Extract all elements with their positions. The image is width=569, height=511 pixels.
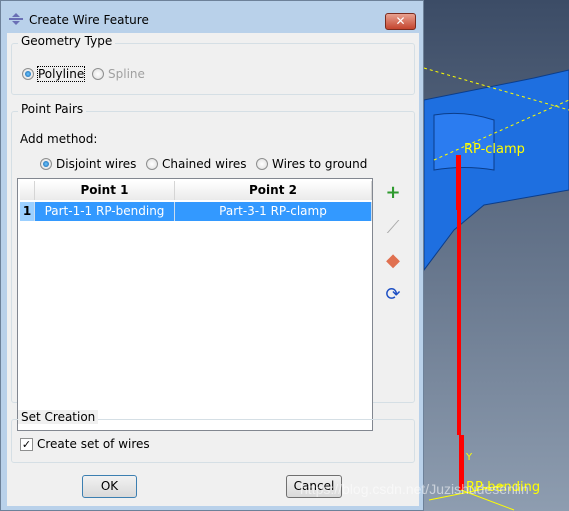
title-bar[interactable]: Create Wire Feature ✕ bbox=[1, 1, 423, 35]
refresh-icon[interactable]: ⟳ bbox=[383, 285, 403, 305]
row-header-corner bbox=[20, 181, 35, 200]
create-wire-feature-dialog: Create Wire Feature ✕ Geometry Type Poly… bbox=[0, 0, 424, 511]
3d-viewport[interactable]: RP-clamp RP-bending Y bbox=[424, 0, 569, 511]
check-icon: ✓ bbox=[20, 437, 33, 451]
eraser-icon[interactable]: ◆ bbox=[383, 251, 403, 271]
radio-indicator bbox=[146, 158, 158, 170]
radio-indicator bbox=[256, 158, 268, 170]
radio-disjoint-wires[interactable]: Disjoint wires bbox=[40, 157, 136, 171]
point-pairs-title: Point Pairs bbox=[18, 102, 87, 116]
plus-icon[interactable]: + bbox=[383, 183, 403, 203]
radio-spline: Spline bbox=[92, 67, 145, 81]
cell-point2[interactable]: Part-3-1 RP-clamp bbox=[175, 202, 372, 221]
close-button[interactable]: ✕ bbox=[385, 13, 416, 30]
model-render bbox=[424, 67, 569, 511]
add-method-label: Add method: bbox=[20, 132, 98, 146]
column-header-point1[interactable]: Point 1 bbox=[35, 181, 175, 200]
radio-indicator bbox=[40, 158, 52, 170]
column-header-point2[interactable]: Point 2 bbox=[175, 181, 372, 200]
cell-point1[interactable]: Part-1-1 RP-bending bbox=[35, 202, 175, 221]
radio-indicator bbox=[92, 68, 104, 80]
wire-segment bbox=[456, 155, 461, 210]
geometry-type-title: Geometry Type bbox=[18, 34, 116, 48]
radio-polyline[interactable]: Polyline bbox=[22, 66, 86, 82]
ok-button[interactable]: OK bbox=[82, 475, 137, 498]
radio-wires-to-ground[interactable]: Wires to ground bbox=[256, 157, 367, 171]
watermark: https://blog.csdn.net/Juzishudesenlin bbox=[300, 481, 529, 497]
rp-clamp-label: RP-clamp bbox=[464, 142, 525, 157]
point-pairs-table[interactable]: Point 1 Point 2 1 Part-1-1 RP-bending Pa… bbox=[17, 178, 373, 431]
radio-chained-wires[interactable]: Chained wires bbox=[146, 157, 247, 171]
radio-indicator bbox=[22, 68, 34, 80]
edit-pencil-icon: ⟋ bbox=[386, 217, 400, 238]
geometry-type-group: Geometry Type Polyline Spline bbox=[11, 34, 415, 95]
create-set-checkbox[interactable]: ✓ Create set of wires bbox=[20, 437, 150, 451]
wire-feature-icon bbox=[9, 13, 23, 25]
dialog-title: Create Wire Feature bbox=[29, 13, 149, 27]
wire-segment bbox=[457, 210, 461, 435]
set-creation-title: Set Creation bbox=[18, 410, 99, 424]
row-index[interactable]: 1 bbox=[20, 202, 35, 221]
set-creation-group: Set Creation ✓ Create set of wires bbox=[11, 410, 415, 463]
axis-y-label: Y bbox=[466, 452, 473, 463]
